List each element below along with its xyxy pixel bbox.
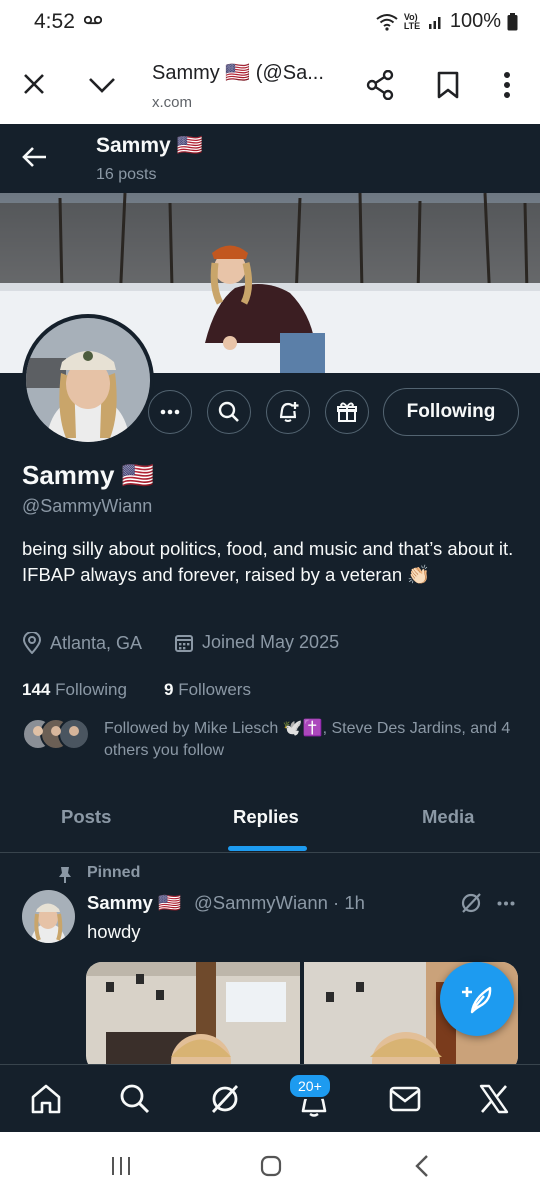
- profile-page: Sammy 🇺🇸 16 posts Following Sammy 🇺🇸 @Sa…: [0, 124, 540, 1064]
- tweet-text: howdy: [87, 921, 141, 942]
- home-button-icon[interactable]: [260, 1155, 282, 1177]
- feather-plus-icon: [460, 984, 494, 1014]
- profile-joined: Joined May 2025: [174, 632, 339, 653]
- browser-toolbar: Sammy 🇺🇸 (@Sa... x.com: [0, 44, 540, 125]
- status-time: 4:52: [34, 10, 75, 33]
- tweet-more-icon[interactable]: [497, 901, 515, 906]
- share-icon[interactable]: [366, 70, 394, 100]
- following-stat[interactable]: 144 Following: [22, 680, 127, 700]
- profile-avatar[interactable]: [22, 314, 154, 446]
- followers-stat[interactable]: 9 Followers: [164, 680, 251, 700]
- following-label: Following: [55, 680, 127, 699]
- calendar-icon: [174, 633, 194, 653]
- close-icon[interactable]: [22, 72, 46, 96]
- gift-icon: [336, 401, 358, 423]
- search-nav-icon[interactable]: [119, 1083, 151, 1115]
- pinned-label: Pinned: [87, 864, 141, 881]
- profile-handle: @SammyWiann: [22, 496, 153, 516]
- battery-icon: [507, 12, 518, 31]
- header-post-count: 16 posts: [96, 166, 157, 183]
- tab-replies[interactable]: Replies: [233, 806, 299, 828]
- followers-label: Followers: [178, 680, 251, 699]
- tweet-avatar[interactable]: [22, 890, 75, 943]
- battery-percent: 100%: [449, 10, 501, 32]
- profile-tabs: Posts Replies Media: [0, 782, 540, 853]
- volte-label: Vo) LTE: [403, 11, 421, 31]
- following-count: 144: [22, 680, 51, 699]
- search-profile-button[interactable]: [207, 390, 251, 434]
- page-title[interactable]: Sammy 🇺🇸 (@Sa...: [152, 60, 327, 85]
- followed-by-text[interactable]: Followed by Mike Liesch 🕊️✝️, Steve Des …: [104, 718, 524, 762]
- tab-posts[interactable]: Posts: [61, 806, 111, 828]
- back-arrow-icon[interactable]: [22, 146, 48, 168]
- following-button[interactable]: Following: [383, 388, 519, 436]
- back-button-icon[interactable]: [415, 1154, 429, 1178]
- pin-icon: [58, 866, 72, 884]
- profile-bio: being silly about politics, food, and mu…: [22, 538, 514, 585]
- signal-icon: [428, 14, 444, 30]
- bell-plus-icon: [277, 401, 299, 423]
- voicemail-icon: [84, 15, 102, 25]
- tweet-author-name[interactable]: Sammy 🇺🇸: [87, 892, 181, 914]
- bottom-nav: 20+: [0, 1064, 540, 1133]
- grok-icon[interactable]: [460, 892, 482, 914]
- header-name: Sammy 🇺🇸: [96, 134, 203, 157]
- more-vert-icon[interactable]: [503, 72, 511, 98]
- messages-icon[interactable]: [389, 1086, 421, 1112]
- active-tab-indicator: [228, 846, 307, 851]
- notification-badge: 20+: [288, 1073, 332, 1099]
- home-icon[interactable]: [30, 1083, 62, 1115]
- status-bar: 4:52 Vo) LTE 100%: [0, 0, 540, 44]
- profile-location: Atlanta, GA: [22, 632, 142, 654]
- wifi-icon: [376, 13, 398, 31]
- tab-media[interactable]: Media: [422, 806, 474, 828]
- joined-text: Joined May 2025: [202, 632, 340, 652]
- page-url[interactable]: x.com: [152, 94, 192, 111]
- x-logo-icon[interactable]: [478, 1083, 510, 1115]
- compose-post-button[interactable]: [440, 962, 514, 1036]
- grok-nav-icon[interactable]: [209, 1083, 241, 1115]
- notify-button[interactable]: [266, 390, 310, 434]
- chevron-down-icon[interactable]: [88, 76, 116, 94]
- location-pin-icon: [22, 632, 42, 654]
- profile-display-name: Sammy 🇺🇸: [22, 460, 155, 490]
- followers-count: 9: [164, 680, 174, 699]
- recent-apps-icon[interactable]: [110, 1156, 132, 1176]
- gift-button[interactable]: [325, 390, 369, 434]
- bookmark-icon[interactable]: [437, 71, 459, 99]
- tweet-handle-time[interactable]: @SammyWiann · 1h: [194, 892, 365, 914]
- more-horiz-icon: [160, 409, 180, 415]
- search-icon: [218, 401, 240, 423]
- system-nav-bar: [0, 1132, 540, 1200]
- more-options-button[interactable]: [148, 390, 192, 434]
- mutual-avatars[interactable]: [22, 718, 92, 750]
- location-text: Atlanta, GA: [50, 632, 143, 653]
